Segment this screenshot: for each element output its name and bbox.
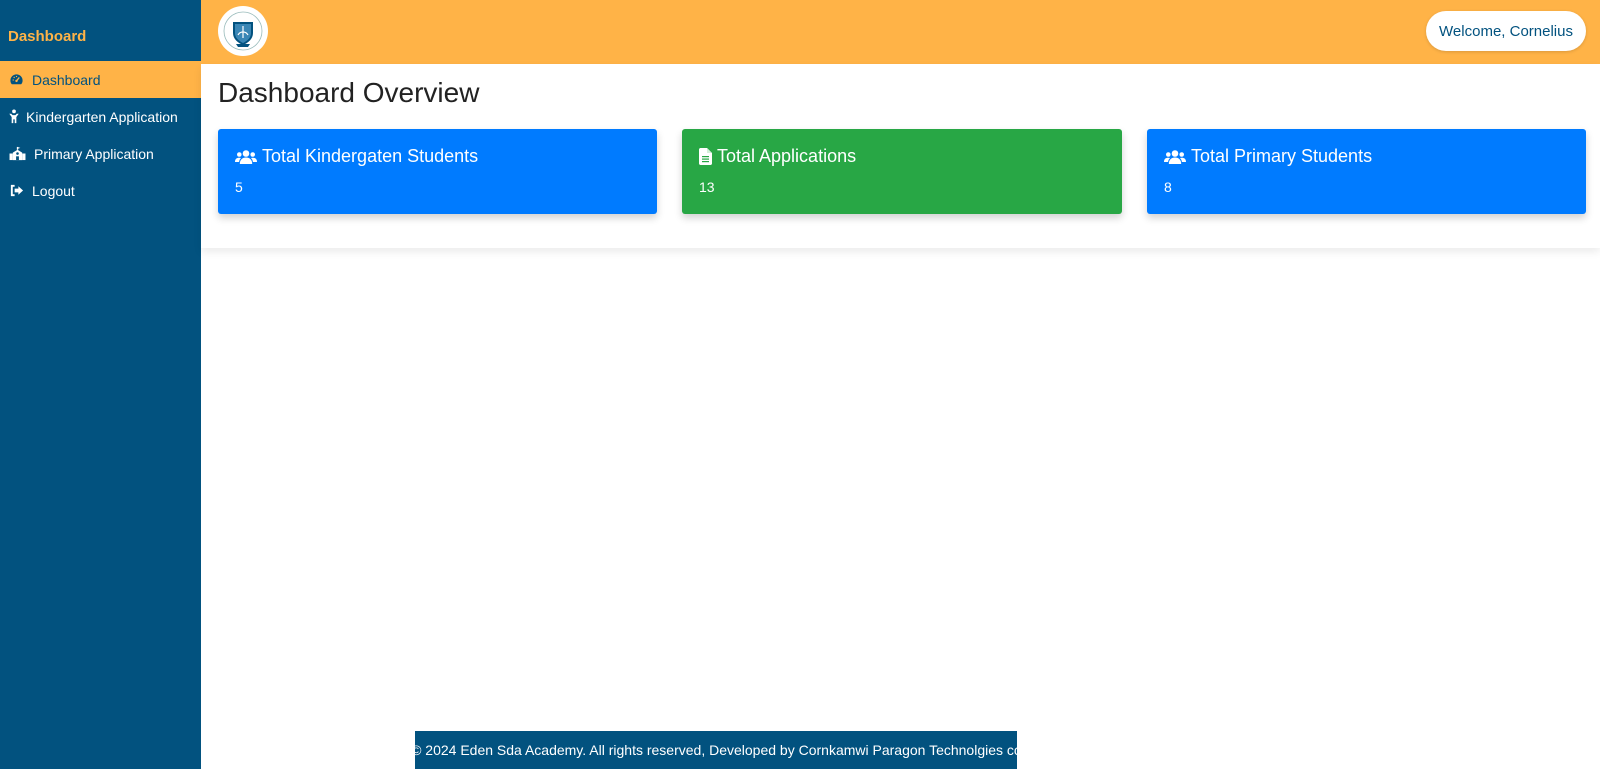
logout-icon bbox=[8, 183, 24, 199]
child-icon bbox=[8, 109, 20, 125]
document-icon bbox=[699, 148, 712, 165]
card-total-primary-students: Total Primary Students 8 bbox=[1147, 129, 1586, 214]
card-title: Total Primary Students bbox=[1191, 146, 1373, 166]
school-icon bbox=[8, 146, 26, 162]
footer: © 2024 Eden Sda Academy. All rights rese… bbox=[411, 731, 1021, 769]
card-value: 13 bbox=[699, 179, 715, 195]
speedometer-icon bbox=[8, 72, 24, 88]
users-icon bbox=[235, 149, 257, 164]
top-header: Welcome, Cornelius bbox=[201, 0, 1600, 64]
page-title: Dashboard Overview bbox=[218, 77, 480, 108]
sidebar-item-label: Primary Application bbox=[34, 145, 154, 162]
sidebar-item-logout[interactable]: Logout bbox=[0, 172, 201, 209]
sidebar-item-label: Dashboard bbox=[32, 71, 101, 88]
school-crest-logo[interactable] bbox=[218, 6, 268, 56]
sidebar-item-primary-application[interactable]: Primary Application bbox=[0, 135, 201, 172]
card-value: 5 bbox=[235, 179, 243, 195]
users-icon bbox=[1164, 149, 1186, 164]
welcome-badge[interactable]: Welcome, Cornelius bbox=[1426, 11, 1586, 51]
sidebar-item-kindergarten-application[interactable]: Kindergarten Application bbox=[0, 98, 201, 135]
sidebar: Dashboard Dashboard Kindergarten Applica… bbox=[0, 0, 201, 769]
card-total-applications: Total Applications 13 bbox=[682, 129, 1122, 214]
sidebar-item-dashboard[interactable]: Dashboard bbox=[0, 61, 201, 98]
sidebar-item-label: Kindergarten Application bbox=[26, 108, 178, 125]
sidebar-title: Dashboard bbox=[8, 28, 87, 45]
card-title: Total Applications bbox=[717, 146, 857, 166]
card-total-kindergarten-students: Total Kindergaten Students 5 bbox=[218, 129, 657, 214]
main-content: Dashboard Overview Total Kindergaten Stu… bbox=[201, 64, 1600, 248]
sidebar-item-label: Logout bbox=[32, 182, 75, 199]
card-title: Total Kindergaten Students bbox=[262, 146, 479, 166]
card-value: 8 bbox=[1164, 179, 1172, 195]
sidebar-nav: Dashboard Kindergarten Application Prima… bbox=[0, 61, 201, 209]
